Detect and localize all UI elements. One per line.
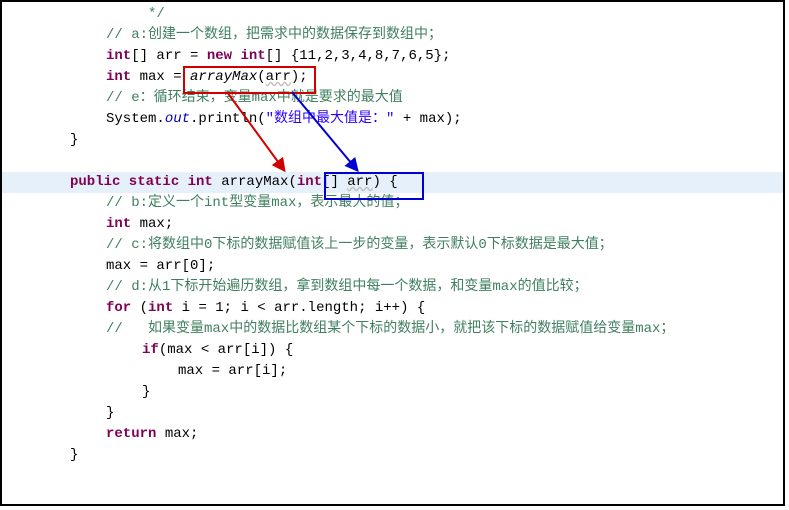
code-text: ); [291,69,308,85]
brace: } [70,132,78,148]
code-line: int[] arr = new int[] {11,2,3,4,8,7,6,5}… [2,46,783,67]
code-line: // d:从1下标开始遍历数组，拿到数组中每一个数据，和变量max的值比较； [2,277,783,298]
code-line: System.out.println("数组中最大值是：" + max); [2,109,783,130]
comment-text: // 如果变量max中的数据比数组某个下标的数据小，就把该下标的数据赋值给变量m… [106,321,674,337]
code-line: } [2,445,783,466]
method-name: arrayMax( [213,174,297,190]
arg-arr: arr [266,69,291,85]
code-text: ) { [373,174,398,190]
keyword: int [106,48,131,64]
code-text: ( [131,300,148,316]
method-signature-line: public static int arrayMax(int[] arr) { [2,172,783,193]
code-text: System. [106,111,165,127]
code-line: int max; [2,214,783,235]
keyword: return [106,426,156,442]
keyword: public static int [70,174,213,190]
keyword: if [142,342,159,358]
code-text: max = arr[0]; [106,258,215,274]
comment-text: // b:定义一个int型变量max，表示最大的值； [106,195,408,211]
code-text: (max < arr[i]) { [159,342,293,358]
code-line: max = arr[0]; [2,256,783,277]
blank-line [2,151,783,172]
keyword: int [106,216,131,232]
param-arr: arr [347,174,372,190]
code-line: return max; [2,424,783,445]
code-line: */ [2,4,783,25]
code-screenshot-frame: */ // a:创建一个数组，把需求中的数据保存到数组中； int[] arr … [0,0,785,506]
brace: } [142,384,150,400]
code-text: max; [156,426,198,442]
comment-text: // c:将数组中0下标的数据赋值该上一步的变量，表示默认0下标数据是最大值； [106,237,613,253]
code-line: } [2,130,783,151]
code-line: } [2,382,783,403]
comment-text: // d:从1下标开始遍历数组，拿到数组中每一个数据，和变量max的值比较； [106,279,588,295]
comment-text: // e：循环结束，变量max中就是要求的最大值 [106,90,403,106]
code-line: // c:将数组中0下标的数据赋值该上一步的变量，表示默认0下标数据是最大值； [2,235,783,256]
code-line: // e：循环结束，变量max中就是要求的最大值 [2,88,783,109]
code-text: i = 1; i < arr.length; i++) { [173,300,425,316]
code-text: max = arr[i]; [178,363,287,379]
code-area: */ // a:创建一个数组，把需求中的数据保存到数组中； int[] arr … [2,2,783,468]
code-line: } [2,403,783,424]
code-line: // 如果变量max中的数据比数组某个下标的数据小，就把该下标的数据赋值给变量m… [2,319,783,340]
code-line: max = arr[i]; [2,361,783,382]
static-field: out [165,111,190,127]
code-text: [] [322,174,347,190]
comment-text: // a:创建一个数组，把需求中的数据保存到数组中； [106,27,442,43]
keyword: int [106,69,131,85]
string-literal: "数组中最大值是：" [266,111,395,127]
code-text: [] {11,2,3,4,8,7,6,5}; [266,48,451,64]
code-text: ( [257,69,265,85]
comment-text: */ [106,6,165,22]
code-line: // b:定义一个int型变量max，表示最大的值； [2,193,783,214]
brace: } [106,405,114,421]
code-text: max; [131,216,173,232]
code-text: .println( [190,111,266,127]
keyword: int [297,174,322,190]
code-text: max = [131,69,190,85]
code-text: [] arr = [131,48,207,64]
code-line: int max = arrayMax(arr); [2,67,783,88]
brace: } [70,447,78,463]
keyword: int [148,300,173,316]
method-call: arrayMax [190,69,257,85]
keyword: for [106,300,131,316]
code-line: for (int i = 1; i < arr.length; i++) { [2,298,783,319]
keyword: new int [207,48,266,64]
code-text: + max); [394,111,461,127]
code-line: if(max < arr[i]) { [2,340,783,361]
code-line: // a:创建一个数组，把需求中的数据保存到数组中； [2,25,783,46]
